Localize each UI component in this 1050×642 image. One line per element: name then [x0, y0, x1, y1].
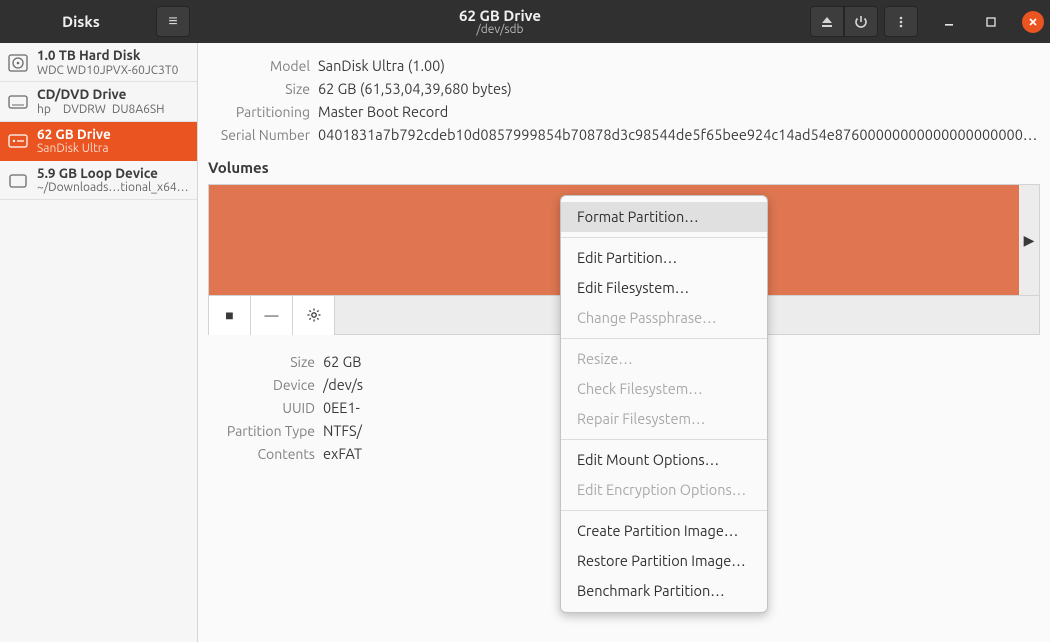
psize-label: Size [208, 354, 323, 370]
menu-edit-partition[interactable]: Edit Partition… [561, 243, 767, 273]
close-icon [1027, 16, 1039, 28]
volumes-header: Volumes [208, 159, 1040, 176]
device-item-hdd[interactable]: 1.0 TB Hard Disk WDC WD10JPVX-60JC3T0 [0, 43, 197, 82]
power-button[interactable] [844, 6, 878, 37]
maximize-button[interactable] [980, 11, 1002, 33]
pdevice-label: Device [208, 377, 323, 393]
menu-restore-partition-image[interactable]: Restore Partition Image… [561, 546, 767, 576]
contents-label: Contents [208, 446, 323, 462]
content-pane: Model SanDisk Ultra (1.00) Size 62 GB (6… [198, 43, 1050, 642]
drive-info: Model SanDisk Ultra (1.00) Size 62 GB (6… [208, 57, 1040, 143]
device-subtitle: hp DVDRW DU8A6SH [37, 103, 165, 117]
unmount-button[interactable]: ■ [209, 296, 251, 335]
menu-repair-filesystem: Repair Filesystem… [561, 404, 767, 434]
titlebar-right [810, 6, 1044, 37]
menu-resize: Resize… [561, 344, 767, 374]
current-drive-path: /dev/sdb [190, 23, 810, 36]
device-sidebar: 1.0 TB Hard Disk WDC WD10JPVX-60JC3T0 CD… [0, 43, 198, 642]
stop-icon: ■ [225, 307, 233, 323]
play-icon: ▶ [1024, 232, 1035, 249]
serial-value: 0401831a7b792cdeb10d0857999854b70878d3c9… [318, 126, 1040, 143]
kebab-icon [894, 15, 908, 29]
device-title: 62 GB Drive [37, 127, 111, 143]
drive-menu-button[interactable] [884, 6, 918, 37]
hdd-icon [7, 52, 29, 74]
app-title: Disks [6, 13, 156, 30]
model-label: Model [208, 58, 318, 74]
gear-icon [306, 307, 322, 323]
size-label: Size [208, 81, 318, 97]
menu-change-passphrase: Change Passphrase… [561, 303, 767, 333]
menu-check-filesystem: Check Filesystem… [561, 374, 767, 404]
titlebar: Disks ≡ 62 GB Drive /dev/sdb [0, 0, 1050, 43]
power-icon [854, 15, 868, 29]
device-title: CD/DVD Drive [37, 87, 165, 103]
device-title: 5.9 GB Loop Device [37, 166, 190, 182]
menu-create-partition-image[interactable]: Create Partition Image… [561, 516, 767, 546]
partition-context-menu: Format Partition… Edit Partition… Edit F… [560, 195, 768, 613]
serial-label: Serial Number [208, 127, 318, 143]
device-item-usb[interactable]: 62 GB Drive SanDisk Ultra [0, 122, 197, 161]
loop-icon [7, 170, 29, 192]
menu-edit-filesystem[interactable]: Edit Filesystem… [561, 273, 767, 303]
menu-format-partition[interactable]: Format Partition… [561, 202, 767, 232]
device-subtitle: ~/Downloads…tional_x64.iso [37, 181, 190, 195]
size-value: 62 GB (61,53,04,39,680 bytes) [318, 80, 1040, 97]
volume-freespace[interactable]: ▶ [1019, 185, 1039, 295]
optical-icon [7, 91, 29, 113]
ptype-label: Partition Type [208, 423, 323, 439]
uuid-label: UUID [208, 400, 323, 416]
hamburger-icon: ≡ [168, 12, 177, 31]
device-item-optical[interactable]: CD/DVD Drive hp DVDRW DU8A6SH [0, 82, 197, 121]
close-button[interactable] [1022, 11, 1044, 33]
titlebar-center: 62 GB Drive /dev/sdb [190, 7, 810, 36]
eject-icon [820, 15, 834, 29]
device-item-loop[interactable]: 5.9 GB Loop Device ~/Downloads…tional_x6… [0, 161, 197, 200]
maximize-icon [985, 16, 997, 28]
partition-options-button[interactable] [293, 296, 335, 335]
delete-button[interactable]: — [251, 296, 293, 335]
device-title: 1.0 TB Hard Disk [37, 48, 178, 64]
device-subtitle: WDC WD10JPVX-60JC3T0 [37, 64, 178, 78]
usb-icon [7, 130, 29, 152]
model-value: SanDisk Ultra (1.00) [318, 57, 1040, 74]
menu-edit-mount-options[interactable]: Edit Mount Options… [561, 445, 767, 475]
minimize-button[interactable] [938, 11, 960, 33]
current-drive-name: 62 GB Drive [190, 7, 810, 24]
partitioning-label: Partitioning [208, 104, 318, 120]
device-subtitle: SanDisk Ultra [37, 142, 111, 156]
main: 1.0 TB Hard Disk WDC WD10JPVX-60JC3T0 CD… [0, 43, 1050, 642]
menu-edit-encryption-options: Edit Encryption Options… [561, 475, 767, 505]
minimize-icon [943, 16, 955, 28]
partitioning-value: Master Boot Record [318, 103, 1040, 120]
minus-icon: — [265, 307, 279, 323]
menu-benchmark-partition[interactable]: Benchmark Partition… [561, 576, 767, 606]
eject-button[interactable] [810, 6, 844, 37]
app-menu-button[interactable]: ≡ [156, 6, 190, 37]
